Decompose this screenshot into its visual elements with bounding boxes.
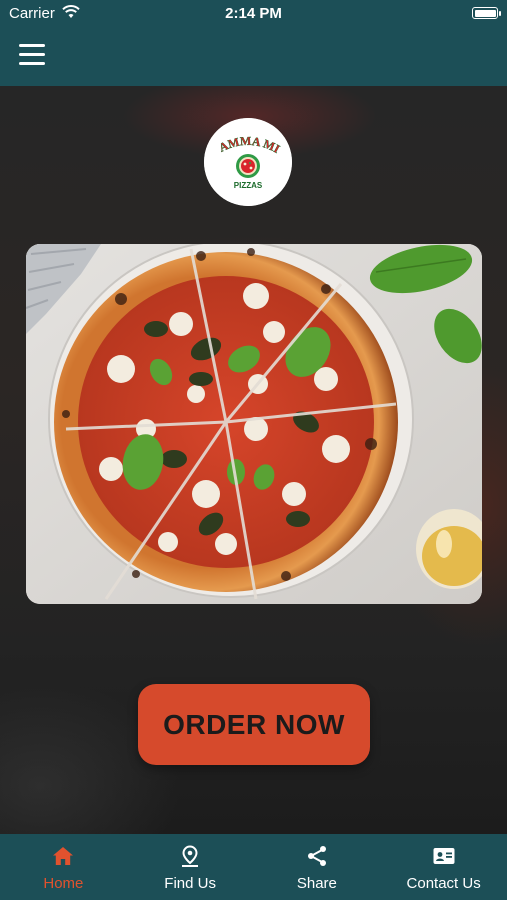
- battery-icon: [472, 7, 501, 19]
- home-icon: [53, 847, 74, 865]
- tab-share[interactable]: Share: [254, 834, 381, 900]
- pizza-hero-image: [26, 244, 482, 604]
- bottom-tab-bar: Home Find Us Share Contact Us: [0, 834, 507, 900]
- location-pin-icon: [182, 845, 199, 867]
- brand-logo: MAMMA MIA PIZZAS: [204, 118, 292, 206]
- menu-icon[interactable]: [19, 44, 45, 66]
- tab-find-us[interactable]: Find Us: [127, 834, 254, 900]
- app-bar: [0, 28, 507, 86]
- share-icon: [307, 846, 326, 866]
- tab-share-label: Share: [296, 875, 337, 892]
- tab-contact-us[interactable]: Contact Us: [380, 834, 507, 900]
- contact-card-icon: [433, 848, 455, 864]
- tab-home-label: Home: [43, 875, 84, 892]
- tab-contact-us-label: Contact Us: [406, 875, 481, 892]
- tab-home[interactable]: Home: [0, 834, 127, 900]
- tab-find-us-label: Find Us: [164, 875, 216, 892]
- logo-text-bottom: PIZZAS: [234, 181, 263, 190]
- clock: 2:14 PM: [225, 5, 282, 22]
- home-screen: MAMMA MIA PIZZAS: [0, 86, 507, 834]
- order-now-button[interactable]: ORDER NOW: [138, 684, 370, 765]
- status-bar: Carrier 2:14 PM: [0, 0, 507, 28]
